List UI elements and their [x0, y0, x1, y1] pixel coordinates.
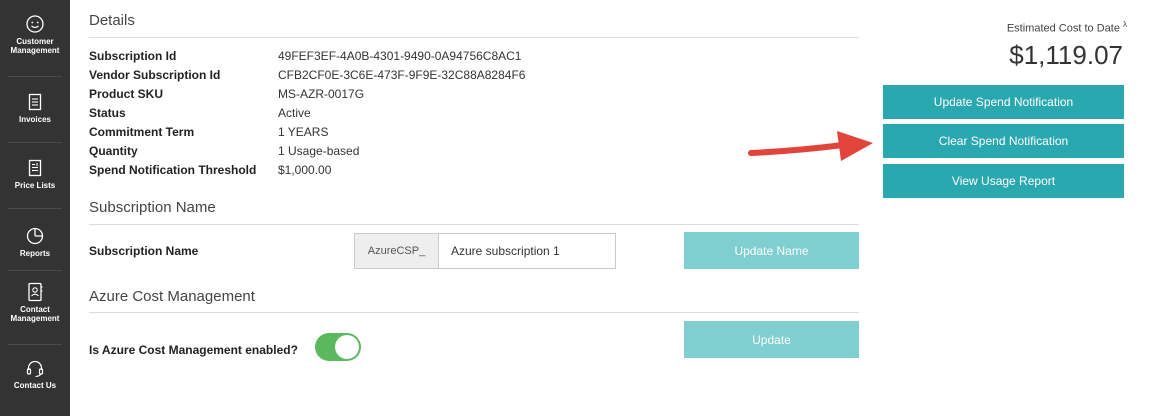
vendor-subscription-id-label: Vendor Subscription Id	[89, 68, 221, 82]
section-divider	[89, 312, 859, 313]
section-divider	[89, 224, 859, 225]
section-divider	[89, 37, 859, 38]
spend-threshold-label: Spend Notification Threshold	[89, 163, 257, 177]
sidebar-item-label: Invoices	[18, 115, 51, 124]
status-value: Active	[278, 106, 311, 120]
sidebar-item-label: Contact Us	[13, 381, 57, 390]
subscription-name-input[interactable]	[439, 234, 615, 268]
quantity-label: Quantity	[89, 144, 138, 158]
view-usage-report-button[interactable]: View Usage Report	[883, 164, 1124, 198]
commitment-term-value: 1 YEARS	[278, 125, 329, 139]
sidebar-divider	[8, 142, 62, 143]
spend-threshold-value: $1,000.00	[278, 163, 332, 177]
status-label: Status	[89, 106, 126, 120]
sidebar-item-invoices[interactable]: Invoices	[0, 92, 70, 124]
sidebar-item-contact-us[interactable]: Contact Us	[0, 358, 70, 390]
document-icon	[28, 93, 42, 111]
sidebar-item-label: Customer Management	[10, 37, 60, 55]
sidebar-item-label: Price Lists	[14, 181, 56, 190]
sidebar-divider	[8, 76, 62, 77]
sidebar-item-label: Reports	[19, 249, 51, 258]
sidebar-divider	[8, 344, 62, 345]
sidebar: Customer Management Invoices Price Lists…	[0, 0, 70, 416]
subscription-id-label: Subscription Id	[89, 49, 177, 63]
product-sku-value: MS-AZR-0017G	[278, 87, 365, 101]
update-button[interactable]: Update	[684, 321, 859, 358]
sidebar-item-contact-management[interactable]: Contact Management	[0, 282, 70, 323]
update-spend-notification-button[interactable]: Update Spend Notification	[883, 85, 1124, 119]
cost-management-toggle[interactable]	[315, 333, 361, 361]
toggle-knob	[335, 335, 359, 359]
subscription-name-label: Subscription Name	[89, 244, 199, 258]
subscription-id-value: 49FEF3EF-4A0B-4301-9490-0A94756C8AC1	[278, 49, 522, 63]
clear-spend-notification-button[interactable]: Clear Spend Notification	[883, 124, 1124, 158]
cost-management-title: Azure Cost Management	[89, 288, 255, 305]
product-sku-label: Product SKU	[89, 87, 164, 101]
sidebar-item-label: Contact Management	[10, 305, 60, 323]
sidebar-divider	[8, 270, 62, 271]
estimated-cost-label: Estimated Cost to Date λ	[1006, 20, 1127, 35]
sidebar-divider	[8, 208, 62, 209]
subscription-name-title: Subscription Name	[89, 199, 216, 216]
price-list-icon	[28, 159, 42, 177]
details-title: Details	[89, 12, 135, 29]
subscription-name-prefix: AzureCSP_	[355, 234, 439, 268]
cost-footnote-marker: λ	[1123, 20, 1127, 29]
estimated-cost-value: $1,119.07	[1009, 40, 1123, 70]
sidebar-item-price-lists[interactable]: Price Lists	[0, 158, 70, 190]
contact-book-icon	[28, 282, 43, 302]
sidebar-item-customer-management[interactable]: Customer Management	[0, 14, 70, 55]
commitment-term-label: Commitment Term	[89, 125, 195, 139]
headset-icon	[26, 360, 44, 378]
annotation-arrow-icon	[748, 131, 873, 161]
vendor-subscription-id-value: CFB2CF0E-3C6E-473F-9F9E-32C88A8284F6	[278, 68, 526, 82]
user-circle-icon	[26, 15, 44, 33]
update-name-button[interactable]: Update Name	[684, 232, 859, 269]
sidebar-item-reports[interactable]: Reports	[0, 226, 70, 258]
subscription-name-input-group: AzureCSP_	[354, 233, 616, 269]
quantity-value: 1 Usage-based	[278, 144, 360, 158]
clock-chart-icon	[26, 227, 44, 245]
cost-management-enabled-label: Is Azure Cost Management enabled?	[89, 343, 298, 357]
